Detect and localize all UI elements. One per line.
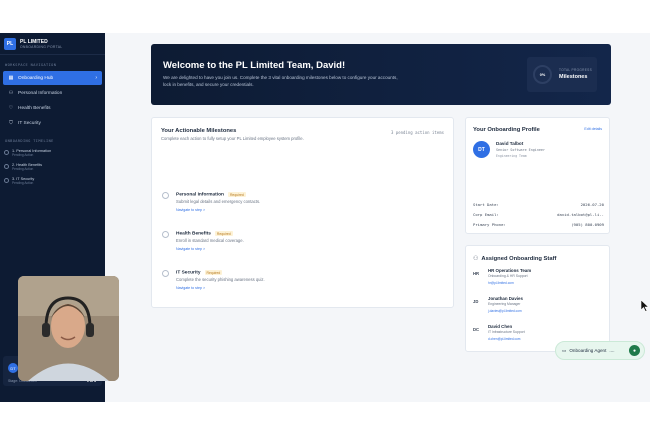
required-badge: Required — [227, 192, 246, 197]
timeline-item[interactable]: 1. Personal Information Pending Action — [0, 146, 105, 160]
staff-role: Onboarding & HR Support — [488, 274, 528, 278]
pending-count: 3 pending action items — [391, 130, 444, 135]
profile-card: Your Onboarding Profile Edit details DT … — [465, 117, 610, 234]
users-icon: ⚇ — [473, 256, 479, 262]
timeline-status: Pending Action — [12, 181, 34, 185]
navigate-link[interactable]: Navigate to step > — [176, 247, 205, 251]
milestone-name: Personal Information — [176, 192, 224, 198]
milestones-subtitle: Complete each action to fully setup your… — [161, 136, 304, 141]
progress-value: Milestones — [559, 74, 588, 80]
profile-name: David Talbot — [496, 141, 524, 146]
field-value: 2026-07-20 — [580, 202, 604, 207]
profile-field: Start Date: 2026-07-20 — [473, 202, 604, 207]
agent-dots: .... — [609, 348, 615, 353]
welcome-description: We are delighted to have you join us. Co… — [163, 75, 398, 87]
field-value: david.talbot@pl-li.. — [557, 212, 604, 217]
staff-role: IT Infrastructure Support — [488, 330, 525, 334]
mouse-cursor-icon — [641, 300, 649, 312]
profile-field: Corp Email: david.talbot@pl-li.. — [473, 212, 604, 217]
staff-email-link[interactable]: hr@pl-limited.com — [488, 281, 514, 285]
staff-name: Jonathan Davies — [488, 296, 523, 301]
profile-field: Primary Phone: (905) 800-0909 — [473, 222, 604, 227]
staff-initials: DC — [473, 327, 480, 332]
avatar: DT — [473, 141, 490, 158]
staff-role: Engineering Manager — [488, 302, 521, 306]
microphone-icon[interactable]: ● — [629, 345, 640, 356]
progress-summary: 0% TOTAL PROGRESS Milestones — [527, 57, 597, 92]
milestones-card: Your Actionable Milestones Complete each… — [151, 117, 454, 308]
navigate-link[interactable]: Navigate to step > — [176, 286, 205, 290]
milestone-description: Complete the security phishing awareness… — [176, 277, 265, 282]
staff-title: Assigned Onboarding Staff — [481, 255, 557, 262]
welcome-banner: Welcome to the PL Limited Team, David! W… — [151, 44, 611, 105]
onboarding-agent-button[interactable]: ▭ Onboarding Agent .... ● — [555, 341, 645, 360]
sidebar-item-label: Onboarding Hub — [18, 75, 54, 81]
timeline-status: Pending Action — [12, 153, 34, 157]
webcam-overlay — [18, 276, 119, 381]
milestone-name: Health Benefits — [176, 231, 211, 237]
profile-title: Your Onboarding Profile — [473, 127, 540, 133]
timeline-item[interactable]: 2. Health Benefits Pending Action — [0, 160, 105, 174]
circle-icon — [4, 150, 9, 155]
chevron-right-icon: › — [95, 75, 97, 81]
field-key: Corp Email: — [473, 212, 499, 217]
brand: PL PL LIMITED ONBOARDING PORTAL — [0, 33, 105, 55]
sidebar-item-onboarding-hub[interactable]: ▦ Onboarding Hub › — [3, 71, 102, 85]
checkbox-circle-icon[interactable] — [162, 231, 169, 238]
staff-initials: HR — [473, 271, 480, 276]
navigate-link[interactable]: Navigate to step > — [176, 208, 205, 212]
sidebar-item-it-security[interactable]: ⛉ IT Security — [3, 116, 102, 130]
progress-ring: 0% — [533, 65, 552, 84]
milestone-name: IT Security — [176, 270, 201, 276]
chat-icon: ▭ — [562, 347, 567, 353]
checkbox-circle-icon[interactable] — [162, 270, 169, 277]
staff-email-link[interactable]: d.chen@pl-limited.com — [488, 337, 520, 341]
timeline-status: Pending Action — [12, 167, 34, 171]
staff-initials: JD — [473, 299, 479, 304]
staff-name: HR Operations Team — [488, 268, 532, 273]
milestones-title: Your Actionable Milestones — [161, 128, 237, 134]
sidebar-item-label: Personal Information — [18, 90, 63, 96]
milestone-description: Submit legal details and emergency conta… — [176, 199, 261, 204]
edit-details-link[interactable]: Edit details — [584, 127, 602, 131]
timeline-section-label: ONBOARDING TIMELINE — [5, 139, 54, 143]
grid-icon: ▦ — [8, 75, 14, 81]
field-value: (905) 800-0909 — [571, 222, 604, 227]
shield-icon: ⛉ — [9, 120, 13, 126]
heart-icon: ♡ — [8, 105, 14, 111]
profile-role: Senior Software Engineer — [496, 148, 545, 152]
nav-section-label: WORKSPACE NAVIGATION — [5, 63, 57, 67]
circle-icon — [4, 164, 9, 169]
required-badge: Required — [214, 231, 233, 236]
checkbox-circle-icon[interactable] — [162, 192, 169, 199]
sidebar-item-personal-information[interactable]: ⚇ Personal Information — [3, 86, 102, 100]
sidebar-item-label: IT Security — [18, 120, 41, 126]
sidebar-item-health-benefits[interactable]: ♡ Health Benefits — [3, 101, 102, 115]
staff-card: ⚇ Assigned Onboarding Staff HR HR Operat… — [465, 245, 610, 352]
agent-label: Onboarding Agent — [569, 348, 607, 353]
milestone-description: Enroll in standard medical coverage. — [176, 238, 244, 243]
profile-team: Engineering Team — [496, 154, 527, 158]
staff-email-link[interactable]: j.davies@pl-limited.com — [488, 309, 522, 313]
field-key: Start Date: — [473, 202, 499, 207]
person-image — [18, 276, 119, 381]
staff-name: David Chen — [488, 324, 513, 329]
circle-icon — [4, 178, 9, 183]
sidebar-item-label: Health Benefits — [18, 105, 51, 111]
avatar: DT — [8, 363, 18, 373]
brand-subtitle: ONBOARDING PORTAL — [20, 44, 63, 49]
progress-label: TOTAL PROGRESS — [559, 68, 593, 72]
page-title: Welcome to the PL Limited Team, David! — [163, 60, 346, 71]
field-key: Primary Phone: — [473, 222, 506, 227]
required-badge: Required — [204, 270, 223, 275]
timeline-item[interactable]: 3. IT Security Pending Action — [0, 174, 105, 188]
brand-logo: PL — [4, 37, 16, 50]
user-icon: ⚇ — [8, 90, 14, 96]
